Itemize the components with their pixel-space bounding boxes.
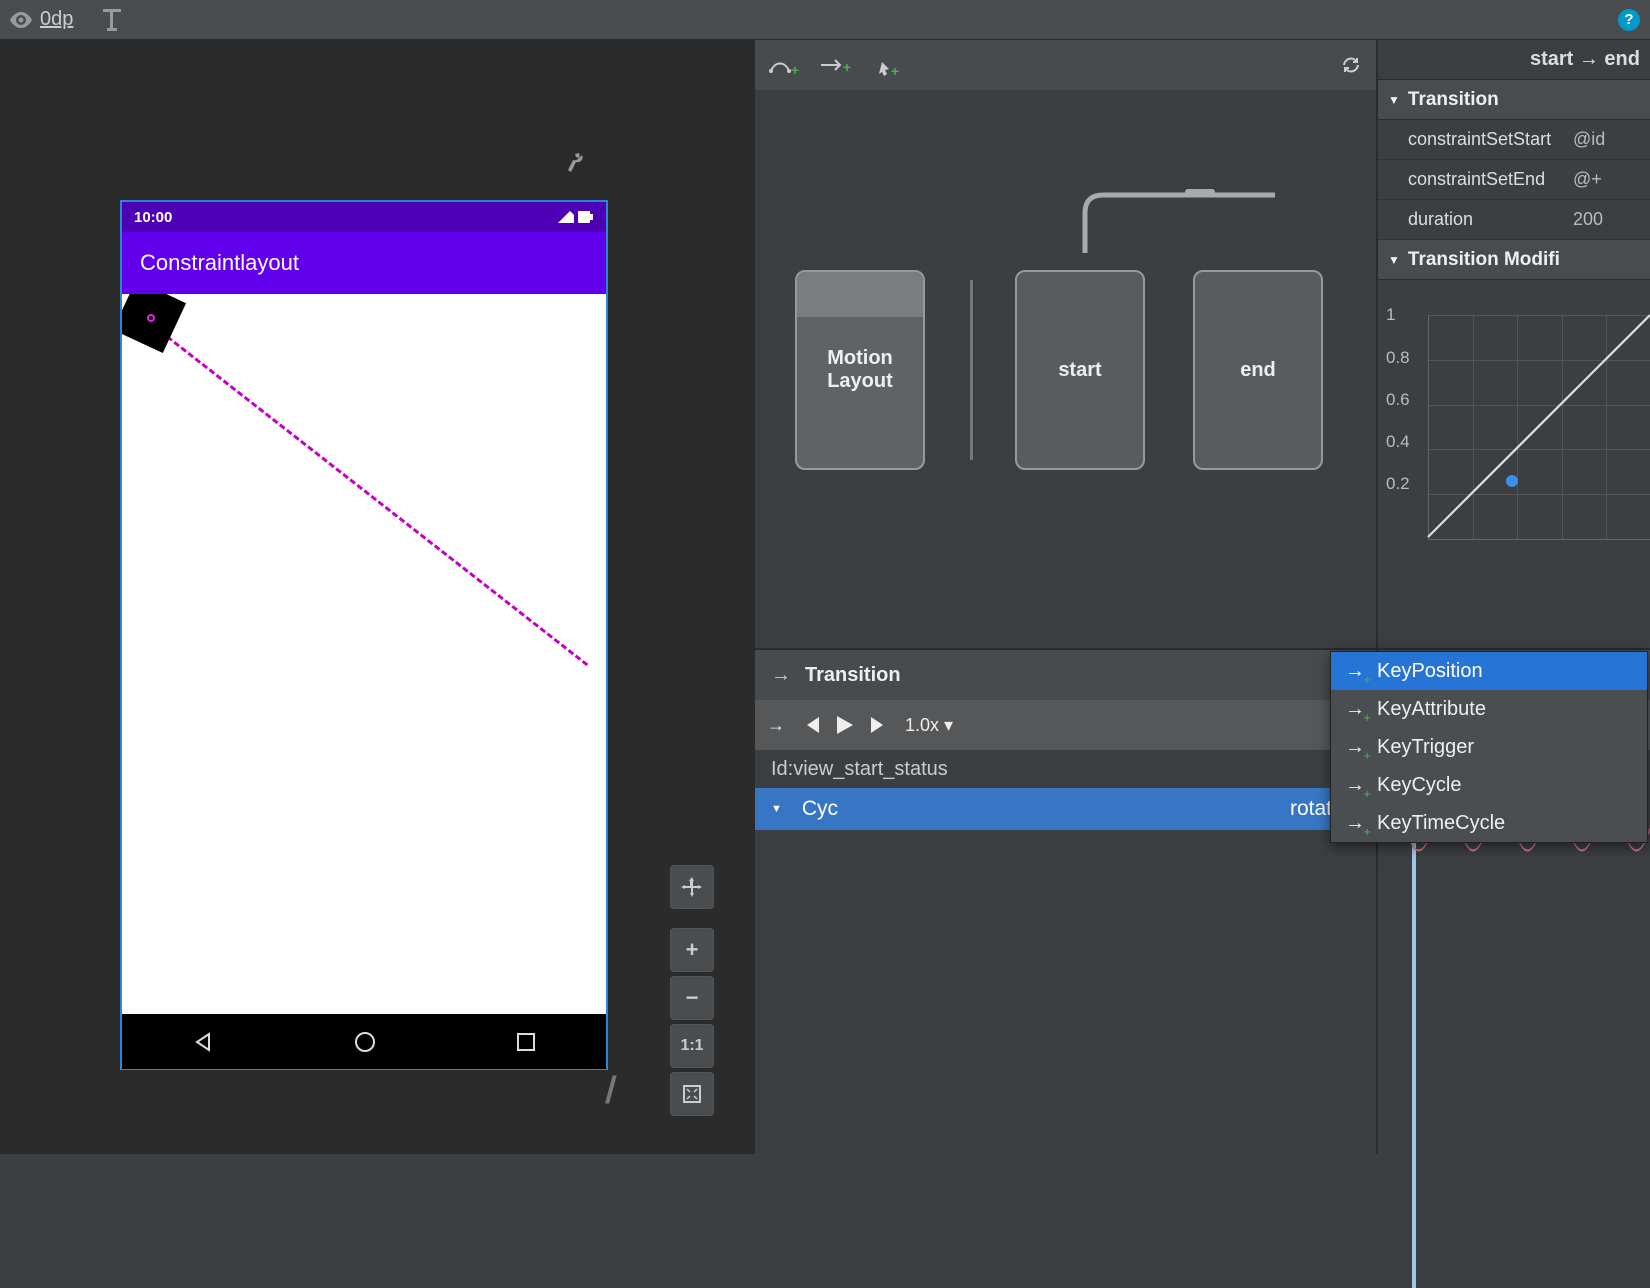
transport-bar: → 1.0x ▾ — [755, 700, 1376, 750]
overview-separator — [970, 280, 973, 460]
cycle-icon[interactable] — [1340, 54, 1362, 76]
section-transition[interactable]: ▼ Transition — [1378, 80, 1650, 120]
key-arrow-icon: →+ — [1345, 774, 1365, 797]
transition-arrow[interactable] — [1055, 183, 1275, 253]
attr-constraint-end[interactable]: constraintSetEnd @+ — [1378, 160, 1650, 200]
menu-item-keyattribute[interactable]: →+ KeyAttribute — [1331, 690, 1647, 728]
skip-end-icon[interactable] — [871, 717, 887, 733]
attributes-panel: start → end ▼ Transition constraintSetSt… — [1378, 40, 1650, 648]
interpolator-curve — [1428, 315, 1650, 537]
interpolator-marker[interactable] — [1506, 475, 1518, 487]
ytick-0.4: 0.4 — [1386, 432, 1410, 452]
chevron-down-icon: ▼ — [771, 803, 782, 815]
selection-title: start → end — [1378, 40, 1650, 80]
motion-preview-surface[interactable] — [122, 294, 606, 1014]
nav-recent-icon[interactable] — [517, 1033, 535, 1051]
key-arrow-icon: →+ — [1345, 660, 1365, 683]
preview-zoom-controls: + − 1:1 — [670, 865, 714, 1116]
start-box-label: start — [1058, 359, 1101, 382]
key-arrow-icon: →+ — [1345, 736, 1365, 759]
timeline-title: → Transition — [755, 650, 1376, 700]
motion-editor-panel: + + + — [755, 40, 1650, 1154]
arrow-right-icon: → — [771, 664, 791, 687]
visibility-icon[interactable] — [10, 12, 32, 28]
constraintset-end-box[interactable]: end — [1193, 270, 1323, 470]
skip-start-icon[interactable] — [803, 717, 819, 733]
add-click-icon[interactable]: + — [873, 54, 891, 76]
motion-path-line — [145, 319, 588, 666]
overview-toolbar: + + + — [755, 40, 1376, 90]
ytick-1: 1 — [1386, 305, 1395, 325]
keyframe-type-menu: →+ KeyPosition →+ KeyAttribute →+ KeyTri… — [1330, 651, 1648, 843]
path-start-marker — [147, 314, 155, 322]
overview-canvas[interactable]: Motion Layout start end — [755, 90, 1376, 648]
chevron-down-icon: ▼ — [1388, 253, 1400, 267]
zoom-out-button[interactable]: − — [670, 976, 714, 1020]
status-icons — [558, 209, 594, 225]
end-box-label: end — [1240, 359, 1276, 382]
ytick-0.6: 0.6 — [1386, 390, 1410, 410]
constraintset-start-box[interactable]: start — [1015, 270, 1145, 470]
nav-bar — [122, 1014, 606, 1069]
status-bar: 10:00 — [122, 202, 606, 232]
menu-item-keycycle[interactable]: →+ KeyCycle — [1331, 766, 1647, 804]
add-transition-icon[interactable]: + — [821, 58, 843, 72]
timeline-id-row[interactable]: Id:view_start_status — [755, 750, 1376, 788]
direction-icon[interactable]: → — [767, 715, 785, 736]
design-toolbar: 0dp ? — [0, 0, 1650, 40]
nav-back-icon[interactable] — [193, 1032, 213, 1052]
motion-layout-box-label: Motion Layout — [827, 347, 893, 393]
nav-home-icon[interactable] — [355, 1032, 375, 1052]
motion-overview: + + + — [755, 40, 1378, 648]
status-time: 10:00 — [134, 209, 172, 226]
attr-constraint-start[interactable]: constraintSetStart @id — [1378, 120, 1650, 160]
text-baseline-icon[interactable] — [103, 9, 121, 31]
play-icon[interactable] — [837, 716, 853, 734]
timeline-cyc-row[interactable]: ▼ Cyc rotation — [755, 788, 1376, 830]
speed-label[interactable]: 1.0x ▾ — [905, 715, 953, 736]
menu-item-keytimecycle[interactable]: →+ KeyTimeCycle — [1331, 804, 1647, 842]
phone-frame: 10:00 Constraintlayout — [120, 200, 608, 1070]
menu-item-keytrigger[interactable]: →+ KeyTrigger — [1331, 728, 1647, 766]
resize-handle-icon[interactable]: /// — [605, 1070, 607, 1113]
app-bar: Constraintlayout — [122, 232, 606, 294]
attr-duration[interactable]: duration 200 — [1378, 200, 1650, 240]
default-margin-label[interactable]: 0dp — [40, 8, 73, 31]
help-icon[interactable]: ? — [1618, 9, 1640, 31]
menu-item-keyposition[interactable]: →+ KeyPosition — [1331, 652, 1647, 690]
interpolator-chart[interactable]: 1 0.8 0.6 0.4 0.2 — [1378, 280, 1650, 550]
device-preview-panel: 10:00 Constraintlayout — [0, 40, 755, 1154]
add-constraintset-icon[interactable]: + — [769, 55, 791, 75]
zoom-reset-button[interactable]: 1:1 — [670, 1024, 714, 1068]
section-transition-modifiers[interactable]: ▼ Transition Modifi — [1378, 240, 1650, 280]
wrench-icon[interactable] — [566, 150, 586, 174]
key-arrow-icon: →+ — [1345, 698, 1365, 721]
motion-layout-box[interactable]: Motion Layout — [795, 270, 925, 470]
zoom-fit-button[interactable] — [670, 1072, 714, 1116]
zoom-in-button[interactable]: + — [670, 928, 714, 972]
ytick-0.2: 0.2 — [1386, 474, 1410, 494]
app-title: Constraintlayout — [140, 250, 299, 276]
ytick-0.8: 0.8 — [1386, 348, 1410, 368]
key-arrow-icon: →+ — [1345, 812, 1365, 835]
pan-button[interactable] — [670, 865, 714, 909]
chevron-down-icon: ▼ — [1388, 93, 1400, 107]
